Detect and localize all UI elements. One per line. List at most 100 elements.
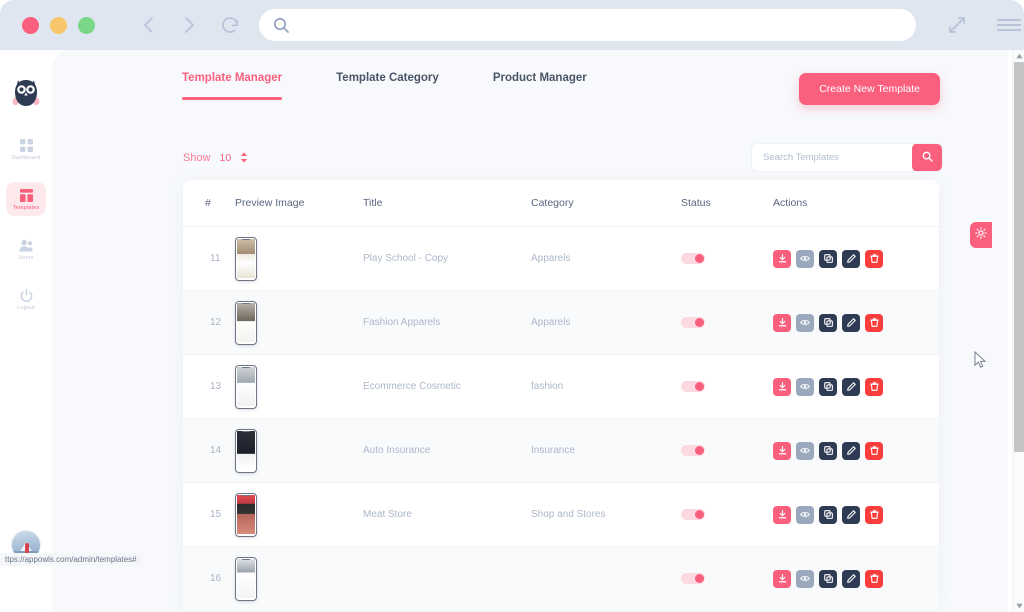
view-template-button[interactable] bbox=[796, 378, 814, 396]
delete-template-button[interactable] bbox=[865, 250, 883, 268]
phone-screen bbox=[237, 303, 254, 342]
download-template-button[interactable] bbox=[773, 250, 791, 268]
edit-template-button[interactable] bbox=[842, 506, 860, 524]
maximize-window-button[interactable] bbox=[78, 17, 95, 34]
column-header-category: Category bbox=[531, 180, 681, 227]
status-toggle[interactable] bbox=[681, 509, 705, 520]
row-actions-cell bbox=[773, 355, 939, 419]
view-template-button[interactable] bbox=[796, 442, 814, 460]
settings-toggle-tab[interactable] bbox=[970, 222, 992, 248]
minimize-window-button[interactable] bbox=[50, 17, 67, 34]
scroll-up-arrow-icon[interactable] bbox=[1013, 50, 1024, 62]
duplicate-template-button[interactable] bbox=[819, 442, 837, 460]
template-preview-thumbnail[interactable] bbox=[235, 557, 257, 601]
view-template-button[interactable] bbox=[796, 506, 814, 524]
row-title: Fashion Apparels bbox=[363, 291, 531, 355]
download-template-button[interactable] bbox=[773, 442, 791, 460]
toggle-knob bbox=[695, 254, 704, 263]
chevron-right-icon[interactable] bbox=[174, 10, 204, 40]
status-toggle[interactable] bbox=[681, 573, 705, 584]
template-preview-thumbnail[interactable] bbox=[235, 237, 257, 281]
column-header-num: # bbox=[183, 180, 235, 227]
tab-template-category[interactable]: Template Category bbox=[336, 72, 439, 100]
template-preview-thumbnail[interactable] bbox=[235, 365, 257, 409]
sidebar-item-templates[interactable]: Templates bbox=[6, 182, 46, 216]
sidebar-item-logout[interactable]: Logout bbox=[6, 282, 46, 316]
row-actions bbox=[773, 378, 939, 396]
row-category: Apparels bbox=[531, 227, 681, 291]
duplicate-template-button[interactable] bbox=[819, 314, 837, 332]
download-template-button[interactable] bbox=[773, 570, 791, 588]
status-toggle[interactable] bbox=[681, 445, 705, 456]
traffic-lights bbox=[22, 17, 95, 34]
row-actions-cell bbox=[773, 483, 939, 547]
trash-icon bbox=[870, 574, 879, 583]
tab-template-manager[interactable]: Template Manager bbox=[182, 72, 282, 100]
toggle-knob bbox=[695, 510, 704, 519]
phone-screen bbox=[237, 239, 254, 278]
show-entries-control[interactable]: Show 10 bbox=[183, 152, 248, 164]
expand-arrows-icon[interactable] bbox=[942, 10, 972, 40]
delete-template-button[interactable] bbox=[865, 314, 883, 332]
edit-template-button[interactable] bbox=[842, 314, 860, 332]
eye-icon bbox=[800, 254, 810, 263]
eye-icon bbox=[800, 318, 810, 327]
row-actions bbox=[773, 570, 939, 588]
row-status-cell bbox=[681, 227, 773, 291]
template-preview-thumbnail[interactable] bbox=[235, 301, 257, 345]
sidebar-item-users[interactable]: Users bbox=[6, 232, 46, 266]
template-preview-thumbnail[interactable] bbox=[235, 429, 257, 473]
hamburger-menu-icon[interactable] bbox=[994, 10, 1024, 40]
phone-screen bbox=[237, 559, 254, 598]
row-category: Insurance bbox=[531, 419, 681, 483]
close-window-button[interactable] bbox=[22, 17, 39, 34]
row-title: Ecommerce Cosmetic bbox=[363, 355, 531, 419]
pencil-icon bbox=[847, 318, 856, 327]
table-head: # Preview Image Title Category Status Ac… bbox=[183, 180, 939, 227]
view-template-button[interactable] bbox=[796, 250, 814, 268]
download-icon bbox=[778, 318, 787, 327]
toggle-knob bbox=[695, 446, 704, 455]
reload-icon[interactable] bbox=[215, 10, 245, 40]
view-template-button[interactable] bbox=[796, 570, 814, 588]
status-toggle[interactable] bbox=[681, 381, 705, 392]
search-input[interactable] bbox=[752, 152, 912, 163]
status-toggle[interactable] bbox=[681, 317, 705, 328]
chevron-left-icon[interactable] bbox=[133, 10, 163, 40]
duplicate-template-button[interactable] bbox=[819, 378, 837, 396]
stepper-up-down-icon[interactable] bbox=[240, 152, 248, 163]
view-template-button[interactable] bbox=[796, 314, 814, 332]
delete-template-button[interactable] bbox=[865, 378, 883, 396]
status-toggle[interactable] bbox=[681, 253, 705, 264]
url-bar[interactable] bbox=[259, 9, 916, 41]
download-template-button[interactable] bbox=[773, 506, 791, 524]
table-row: 15 Meat Store Shop and Stores bbox=[183, 483, 939, 547]
edit-template-button[interactable] bbox=[842, 378, 860, 396]
tab-product-manager[interactable]: Product Manager bbox=[493, 72, 587, 100]
scrollbar-thumb[interactable] bbox=[1014, 62, 1024, 452]
create-new-template-button[interactable]: Create New Template bbox=[799, 73, 940, 105]
delete-template-button[interactable] bbox=[865, 570, 883, 588]
delete-template-button[interactable] bbox=[865, 442, 883, 460]
duplicate-template-button[interactable] bbox=[819, 570, 837, 588]
row-preview-image-cell bbox=[235, 419, 363, 483]
download-template-button[interactable] bbox=[773, 314, 791, 332]
grid-icon bbox=[20, 139, 33, 152]
row-status-cell bbox=[681, 355, 773, 419]
scroll-down-arrow-icon[interactable] bbox=[1013, 600, 1024, 612]
owl-logo bbox=[9, 76, 43, 110]
duplicate-template-button[interactable] bbox=[819, 506, 837, 524]
download-template-button[interactable] bbox=[773, 378, 791, 396]
duplicate-template-button[interactable] bbox=[819, 250, 837, 268]
search-submit-button[interactable] bbox=[912, 143, 942, 172]
table-body: 11 Play School - Copy Apparels 12 bbox=[183, 227, 939, 611]
edit-template-button[interactable] bbox=[842, 250, 860, 268]
edit-template-button[interactable] bbox=[842, 570, 860, 588]
edit-template-button[interactable] bbox=[842, 442, 860, 460]
vertical-scrollbar[interactable] bbox=[1012, 50, 1024, 612]
delete-template-button[interactable] bbox=[865, 506, 883, 524]
table-row: 16 bbox=[183, 547, 939, 611]
template-preview-thumbnail[interactable] bbox=[235, 493, 257, 537]
row-preview-image-cell bbox=[235, 227, 363, 291]
sidebar-item-dashboard[interactable]: Dashboard bbox=[6, 132, 46, 166]
